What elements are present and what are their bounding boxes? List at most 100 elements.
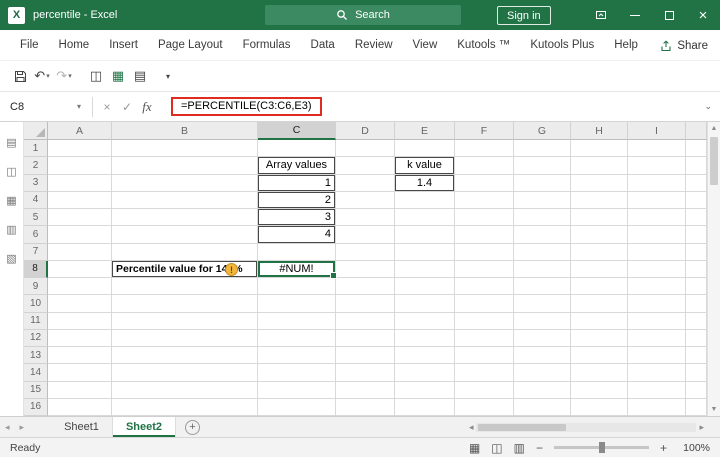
- maximize-icon[interactable]: [652, 0, 686, 30]
- cell-a2[interactable]: [48, 157, 112, 175]
- zoom-out-icon[interactable]: −: [536, 441, 543, 455]
- cell-i1[interactable]: [628, 140, 686, 158]
- cell-e5[interactable]: [395, 209, 455, 227]
- cell-a7[interactable]: [48, 243, 112, 261]
- cell-b6[interactable]: [112, 226, 258, 244]
- cell-partial-5[interactable]: [686, 209, 707, 227]
- cell-f13[interactable]: [455, 347, 514, 365]
- cell-a16[interactable]: [48, 398, 112, 416]
- cell-e13[interactable]: [395, 347, 455, 365]
- cancel-icon[interactable]: ×: [97, 100, 117, 114]
- cell-partial-15[interactable]: [686, 381, 707, 399]
- cell-d13[interactable]: [336, 347, 395, 365]
- cell-d10[interactable]: [336, 295, 395, 313]
- cell-b1[interactable]: [112, 140, 258, 158]
- cell-a15[interactable]: [48, 381, 112, 399]
- cell-c7[interactable]: [258, 243, 336, 261]
- cell-e10[interactable]: [395, 295, 455, 313]
- cell-h2[interactable]: [571, 157, 628, 175]
- cell-h13[interactable]: [571, 347, 628, 365]
- cell-b11[interactable]: [112, 312, 258, 330]
- kutools-pane-workbook-icon[interactable]: ▤: [6, 136, 16, 149]
- row-header-7[interactable]: 7: [24, 243, 48, 261]
- cell-b12[interactable]: [112, 329, 258, 347]
- cell-g4[interactable]: [514, 191, 571, 209]
- row-header-3[interactable]: 3: [24, 174, 48, 192]
- cell-i11[interactable]: [628, 312, 686, 330]
- cell-d4[interactable]: [336, 191, 395, 209]
- cell-d2[interactable]: [336, 157, 395, 175]
- cell-d11[interactable]: [336, 312, 395, 330]
- formula-input[interactable]: =PERCENTILE(C3:C6,E3): [171, 97, 322, 116]
- cell-c5[interactable]: 3: [258, 209, 336, 227]
- page-break-view-icon[interactable]: ▥: [514, 441, 525, 455]
- cell-h1[interactable]: [571, 140, 628, 158]
- cell-partial-2[interactable]: [686, 157, 707, 175]
- cell-e16[interactable]: [395, 398, 455, 416]
- cell-i13[interactable]: [628, 347, 686, 365]
- cell-b4[interactable]: [112, 191, 258, 209]
- row-header-16[interactable]: 16: [24, 398, 48, 416]
- cell-h3[interactable]: [571, 174, 628, 192]
- cell-b13[interactable]: [112, 347, 258, 365]
- cell-f10[interactable]: [455, 295, 514, 313]
- zoom-slider[interactable]: [553, 442, 649, 453]
- ribbon-tab-kutools-plus[interactable]: Kutools Plus: [520, 30, 604, 60]
- insert-function-icon[interactable]: fx: [137, 99, 157, 115]
- cell-h7[interactable]: [571, 243, 628, 261]
- row-header-1[interactable]: 1: [24, 140, 48, 158]
- ribbon-tab-view[interactable]: View: [403, 30, 448, 60]
- cell-f11[interactable]: [455, 312, 514, 330]
- column-header-d[interactable]: D: [336, 122, 395, 140]
- name-box-dropdown-icon[interactable]: ▾: [70, 102, 88, 111]
- scroll-left-icon[interactable]: ◂: [469, 422, 474, 433]
- ribbon-display-options-icon[interactable]: [584, 0, 618, 30]
- cell-d6[interactable]: [336, 226, 395, 244]
- cell-h8[interactable]: [571, 260, 628, 278]
- cell-g12[interactable]: [514, 329, 571, 347]
- cell-a10[interactable]: [48, 295, 112, 313]
- cell-h11[interactable]: [571, 312, 628, 330]
- cell-f6[interactable]: [455, 226, 514, 244]
- ribbon-tab-help[interactable]: Help: [604, 30, 648, 60]
- cell-d5[interactable]: [336, 209, 395, 227]
- column-header-i[interactable]: I: [628, 122, 686, 140]
- row-header-5[interactable]: 5: [24, 209, 48, 227]
- cell-partial-16[interactable]: [686, 398, 707, 416]
- cell-c9[interactable]: [258, 278, 336, 296]
- cell-b15[interactable]: [112, 381, 258, 399]
- cell-i6[interactable]: [628, 226, 686, 244]
- kutools-pane-worksheet-icon[interactable]: ◫: [6, 165, 16, 178]
- cell-c15[interactable]: [258, 381, 336, 399]
- column-header-a[interactable]: A: [48, 122, 112, 140]
- cell-a12[interactable]: [48, 329, 112, 347]
- cell-f4[interactable]: [455, 191, 514, 209]
- redo-icon[interactable]: ↷ ▾: [53, 64, 75, 88]
- cell-h16[interactable]: [571, 398, 628, 416]
- row-header-8[interactable]: 8: [24, 260, 48, 278]
- kutools-pane-preview-icon[interactable]: ▧: [6, 252, 16, 265]
- cell-h4[interactable]: [571, 191, 628, 209]
- customize-qat-icon[interactable]: ▾: [157, 64, 179, 88]
- qat-view-icon[interactable]: ▤: [129, 64, 151, 88]
- cell-i4[interactable]: [628, 191, 686, 209]
- new-sheet-icon[interactable]: +: [185, 419, 201, 435]
- minimize-icon[interactable]: [618, 0, 652, 30]
- cell-g7[interactable]: [514, 243, 571, 261]
- qat-print-preview-icon[interactable]: ◫: [85, 64, 107, 88]
- select-all-corner[interactable]: [24, 122, 48, 140]
- cell-a6[interactable]: [48, 226, 112, 244]
- column-header-f[interactable]: F: [455, 122, 514, 140]
- ribbon-tab-formulas[interactable]: Formulas: [233, 30, 301, 60]
- cell-f12[interactable]: [455, 329, 514, 347]
- vertical-scrollbar[interactable]: ▲ ▼: [707, 122, 720, 416]
- cell-d15[interactable]: [336, 381, 395, 399]
- cell-e9[interactable]: [395, 278, 455, 296]
- cell-e2[interactable]: k value: [395, 157, 455, 175]
- ribbon-tab-page-layout[interactable]: Page Layout: [148, 30, 233, 60]
- column-header-e[interactable]: E: [395, 122, 455, 140]
- cell-f1[interactable]: [455, 140, 514, 158]
- row-header-6[interactable]: 6: [24, 226, 48, 244]
- horizontal-scrollbar[interactable]: ◂ ▸: [469, 417, 704, 438]
- cell-d7[interactable]: [336, 243, 395, 261]
